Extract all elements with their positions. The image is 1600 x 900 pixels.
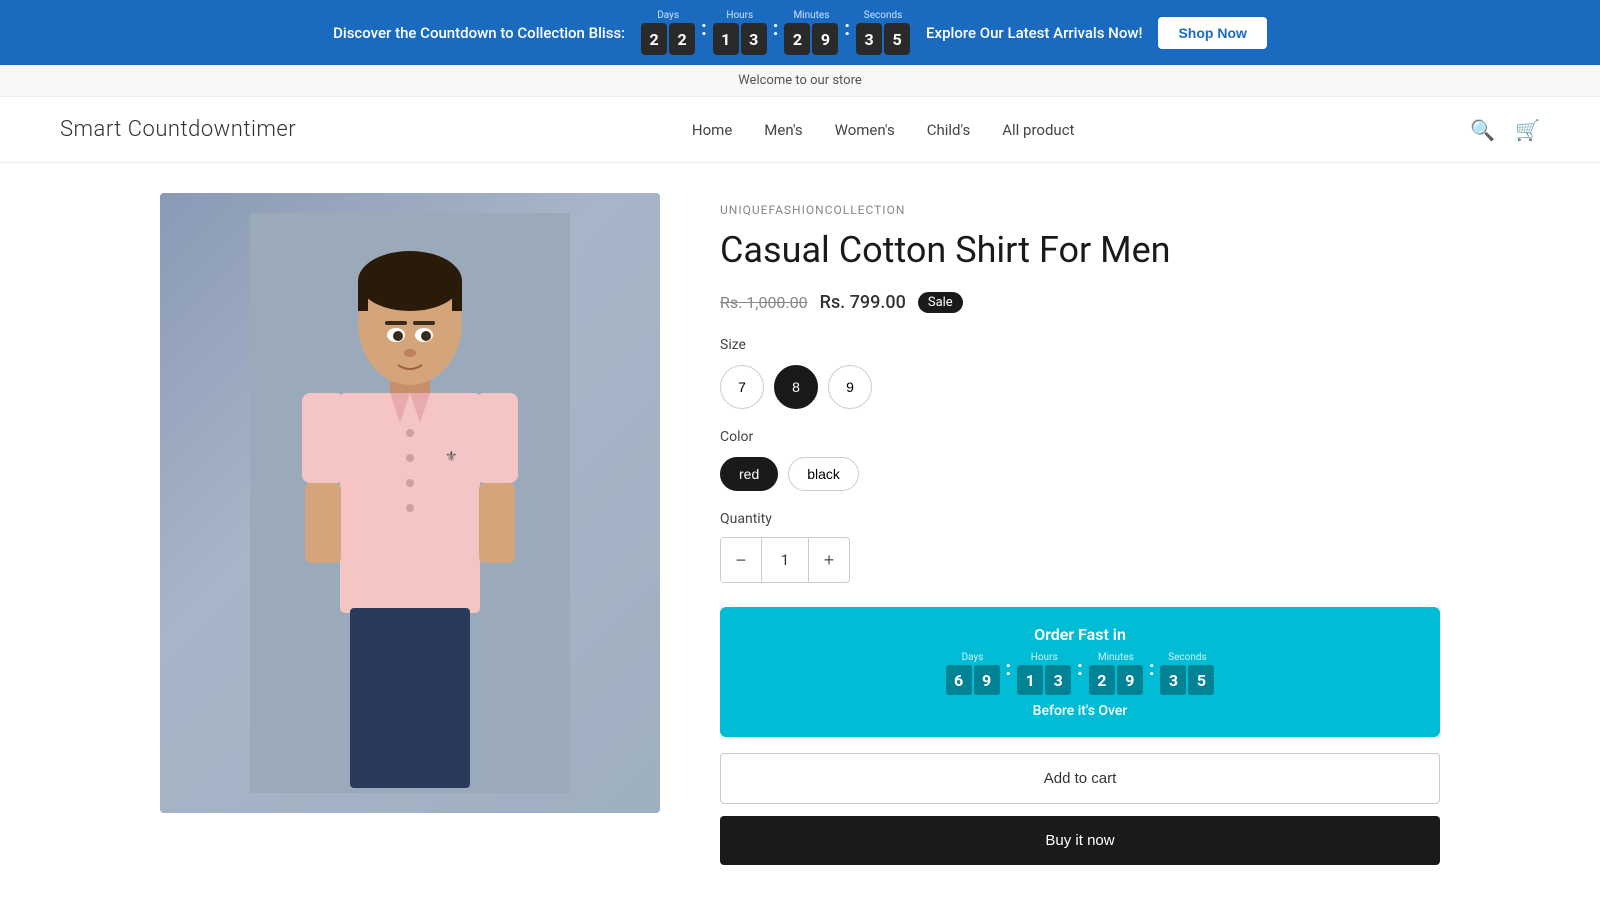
order-days-label: Days: [962, 652, 984, 663]
quantity-decrease-button[interactable]: −: [721, 538, 761, 582]
size-button-9[interactable]: 9: [828, 365, 872, 409]
order-countdown: Days 6 9 : Hours 1 3 : Minutes: [740, 652, 1420, 695]
color-button-black[interactable]: black: [788, 457, 859, 491]
order-hours-unit: Hours 1 3: [1017, 652, 1071, 695]
brand-name: UNIQUEFASHIONCOLLECTION: [720, 203, 1440, 217]
nav-all-product[interactable]: All product: [1002, 121, 1074, 139]
order-fast-subtitle: Before it's Over: [740, 703, 1420, 719]
header: Smart Countdowntimer Home Men's Women's …: [0, 97, 1600, 163]
header-icons: 🔍 🛒: [1470, 118, 1540, 142]
order-seconds-unit: Seconds 3 5: [1160, 652, 1214, 695]
sale-badge: Sale: [918, 292, 963, 313]
size-button-8[interactable]: 8: [774, 365, 818, 409]
order-days-digit-1: 6: [946, 665, 972, 695]
banner-seconds-digits: 3 5: [856, 23, 910, 55]
banner-minutes-digit-2: 9: [812, 23, 838, 55]
product-figure-svg: ⚜: [250, 213, 570, 793]
add-to-cart-button[interactable]: Add to cart: [720, 753, 1440, 804]
size-label: Size: [720, 337, 1440, 353]
banner-minutes-unit: Minutes 2 9: [784, 10, 838, 55]
order-colon-1: :: [1004, 656, 1014, 692]
order-fast-title: Order Fast in: [740, 625, 1420, 644]
banner-text: Discover the Countdown to Collection Bli…: [333, 24, 625, 42]
order-colon-3: :: [1147, 656, 1157, 692]
order-minutes-unit: Minutes 2 9: [1089, 652, 1143, 695]
banner-minutes-digit-1: 2: [784, 23, 810, 55]
quantity-control: − 1 +: [720, 537, 850, 583]
order-seconds-digit-1: 3: [1160, 665, 1186, 695]
size-button-7[interactable]: 7: [720, 365, 764, 409]
order-minutes-label: Minutes: [1098, 652, 1134, 663]
nav-childs[interactable]: Child's: [927, 121, 971, 139]
quantity-label: Quantity: [720, 511, 1440, 527]
order-colon-2: :: [1075, 656, 1085, 692]
banner-colon-3: :: [842, 16, 852, 50]
banner-hours-digits: 1 3: [713, 23, 767, 55]
order-hours-digits: 1 3: [1017, 665, 1071, 695]
main-content: ⚜ UNIQUEFASHIONCOLLECTION Cas: [100, 163, 1500, 895]
order-hours-digit-1: 1: [1017, 665, 1043, 695]
banner-days-digit-1: 2: [641, 23, 667, 55]
svg-text:⚜: ⚜: [445, 449, 458, 465]
sale-price: Rs. 799.00: [820, 292, 906, 313]
order-minutes-digits: 2 9: [1089, 665, 1143, 695]
search-icon[interactable]: 🔍: [1470, 118, 1495, 142]
banner-minutes-label: Minutes: [793, 10, 829, 21]
shop-now-button[interactable]: Shop Now: [1158, 17, 1266, 49]
banner-hours-unit: Hours 1 3: [713, 10, 767, 55]
product-details: UNIQUEFASHIONCOLLECTION Casual Cotton Sh…: [720, 193, 1440, 865]
order-hours-digit-2: 3: [1045, 665, 1071, 695]
explore-text: Explore Our Latest Arrivals Now!: [926, 24, 1142, 42]
quantity-increase-button[interactable]: +: [809, 538, 849, 582]
price-section: Rs. 1,000.00 Rs. 799.00 Sale: [720, 292, 1440, 313]
banner-days-unit: Days 2 2: [641, 10, 695, 55]
banner-seconds-digit-2: 5: [884, 23, 910, 55]
main-nav: Home Men's Women's Child's All product: [692, 121, 1075, 139]
original-price: Rs. 1,000.00: [720, 293, 808, 312]
order-seconds-digit-2: 5: [1188, 665, 1214, 695]
banner-days-label: Days: [657, 10, 679, 21]
order-days-digit-2: 9: [974, 665, 1000, 695]
banner-seconds-unit: Seconds 3 5: [856, 10, 910, 55]
banner-seconds-digit-1: 3: [856, 23, 882, 55]
size-options: 7 8 9: [720, 365, 1440, 409]
order-seconds-label: Seconds: [1168, 652, 1207, 663]
nav-womens[interactable]: Women's: [835, 121, 895, 139]
quantity-value: 1: [761, 538, 809, 582]
color-label: Color: [720, 429, 1440, 445]
welcome-text: Welcome to our store: [738, 73, 862, 88]
order-days-unit: Days 6 9: [946, 652, 1000, 695]
banner-minutes-digits: 2 9: [784, 23, 838, 55]
welcome-bar: Welcome to our store: [0, 65, 1600, 97]
banner-seconds-label: Seconds: [864, 10, 903, 21]
banner-days-digit-2: 2: [669, 23, 695, 55]
cart-icon[interactable]: 🛒: [1515, 118, 1540, 142]
product-title: Casual Cotton Shirt For Men: [720, 229, 1440, 272]
site-logo[interactable]: Smart Countdowntimer: [60, 117, 296, 142]
nav-mens[interactable]: Men's: [764, 121, 802, 139]
product-image-placeholder: ⚜: [160, 193, 660, 813]
color-button-red[interactable]: red: [720, 457, 778, 491]
order-fast-box: Order Fast in Days 6 9 : Hours 1 3: [720, 607, 1440, 737]
nav-home[interactable]: Home: [692, 121, 732, 139]
buy-now-button[interactable]: Buy it now: [720, 816, 1440, 865]
banner-colon-1: :: [699, 16, 709, 50]
order-minutes-digit-2: 9: [1117, 665, 1143, 695]
order-days-digits: 6 9: [946, 665, 1000, 695]
banner-countdown: Days 2 2 : Hours 1 3 : Minutes 2 9 : Sec…: [641, 10, 910, 55]
banner-hours-digit-1: 1: [713, 23, 739, 55]
order-hours-label: Hours: [1031, 652, 1058, 663]
order-seconds-digits: 3 5: [1160, 665, 1214, 695]
top-banner: Discover the Countdown to Collection Bli…: [0, 0, 1600, 65]
banner-hours-digit-2: 3: [741, 23, 767, 55]
product-image: ⚜: [160, 193, 660, 813]
product-image-section: ⚜: [160, 193, 660, 865]
banner-days-digits: 2 2: [641, 23, 695, 55]
banner-colon-2: :: [771, 16, 781, 50]
banner-hours-label: Hours: [726, 10, 753, 21]
color-options: red black: [720, 457, 1440, 491]
order-minutes-digit-1: 2: [1089, 665, 1115, 695]
